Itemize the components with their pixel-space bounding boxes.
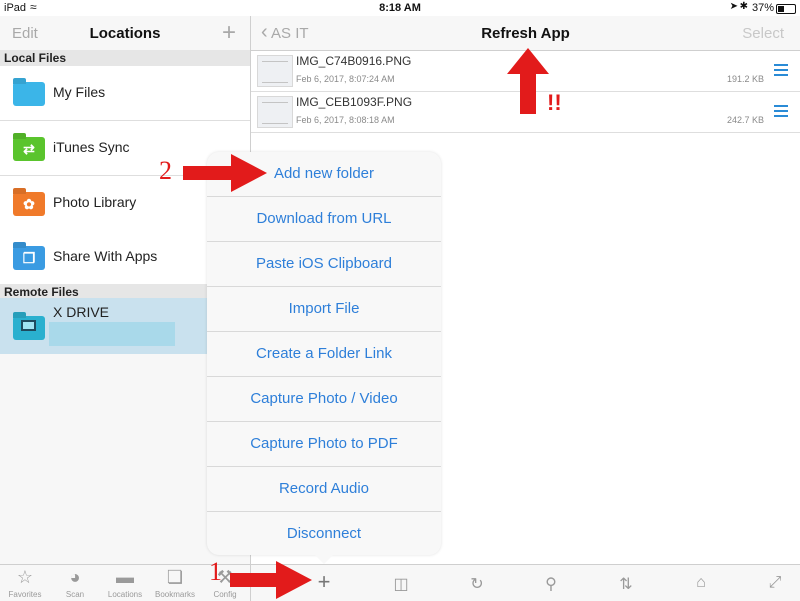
file-name: IMG_CEB1093F.PNG xyxy=(296,95,413,109)
menu-item-import-file[interactable]: Import File xyxy=(207,287,441,332)
step-1-label: 1 xyxy=(209,557,222,586)
location-label: Photo Library xyxy=(53,194,137,210)
folder-nav-bar: ‹ AS IT Refresh App Select xyxy=(251,16,800,51)
tab-scan[interactable]: ◕ Scan xyxy=(50,567,100,599)
folder-icon: ▬ xyxy=(116,567,134,587)
location-label: Share With Apps xyxy=(53,248,158,264)
file-date: Feb 6, 2017, 8:08:18 AM xyxy=(296,115,395,125)
location-label: iTunes Sync xyxy=(53,139,130,155)
menu-item-disconnect[interactable]: Disconnect xyxy=(207,512,441,556)
menu-item-download-from-url[interactable]: Download from URL xyxy=(207,197,441,242)
menu-item-capture-photo-pdf[interactable]: Capture Photo to PDF xyxy=(207,422,441,467)
location-icon: ➤ xyxy=(729,1,738,12)
home-icon[interactable]: ⌂ xyxy=(686,574,716,592)
menu-item-create-folder-link[interactable]: Create a Folder Link xyxy=(207,332,441,377)
star-icon: ☆ xyxy=(16,567,34,587)
step-2-label: 2 xyxy=(159,156,172,185)
bottom-toolbar: ☆ Favorites ◕ Scan ▬ Locations ❏ Bookmar… xyxy=(0,564,800,601)
status-time: 8:18 AM xyxy=(379,2,421,14)
file-thumbnail xyxy=(257,96,293,128)
locations-nav-bar: Edit Locations + xyxy=(0,16,250,51)
folder-icon xyxy=(13,82,45,106)
folder-title: Refresh App xyxy=(481,25,570,42)
refresh-arrow-icon xyxy=(507,48,549,114)
location-label: X DRIVE xyxy=(53,304,110,320)
battery-icon xyxy=(776,4,796,14)
step-1-arrow-icon xyxy=(230,561,312,599)
step-2-arrow-icon xyxy=(183,154,267,192)
fullscreen-icon[interactable]: ⤢ xyxy=(760,574,790,592)
photo-folder-icon: ✿ xyxy=(13,192,45,216)
popover-arrow xyxy=(314,554,334,564)
file-menu-icon[interactable] xyxy=(774,64,788,76)
warning-marks: !! xyxy=(547,90,562,115)
file-menu-icon[interactable] xyxy=(774,105,788,117)
server-folder-icon xyxy=(13,316,45,340)
locations-title: Locations xyxy=(89,25,161,42)
tab-favorites[interactable]: ☆ Favorites xyxy=(0,567,50,599)
share-folder-icon: ❐ xyxy=(13,246,45,270)
battery-percent: 37% xyxy=(751,2,774,14)
file-size: 191.2 KB xyxy=(726,74,764,84)
tab-label: Scan xyxy=(65,590,85,599)
file-thumbnail xyxy=(257,55,293,87)
tab-locations[interactable]: ▬ Locations xyxy=(100,567,150,599)
view-options-icon[interactable]: ◫ xyxy=(386,574,416,594)
section-header-local: Local Files xyxy=(0,50,250,66)
sync-folder-icon: ⇄ xyxy=(13,137,45,161)
book-icon: ❏ xyxy=(166,567,184,587)
tab-label: Bookmarks xyxy=(154,590,195,599)
bluetooth-icon: ✱ xyxy=(739,1,748,12)
file-size: 242.7 KB xyxy=(726,115,764,125)
add-location-button[interactable]: + xyxy=(222,19,236,47)
redacted-subtitle xyxy=(49,322,175,346)
refresh-icon[interactable]: ↻ xyxy=(462,574,492,594)
status-bar: iPad ≈ 8:18 AM ➤ ✱ 37% xyxy=(0,0,800,16)
search-icon[interactable]: ⚲ xyxy=(536,574,566,594)
tab-label: Locations xyxy=(107,590,143,599)
file-name: IMG_C74B0916.PNG xyxy=(296,54,412,68)
add-menu-popover: Add new folder Download from URL Paste i… xyxy=(207,152,441,555)
menu-item-paste-ios-clipboard[interactable]: Paste iOS Clipboard xyxy=(207,242,441,287)
select-button[interactable]: Select xyxy=(742,25,784,42)
location-my-files[interactable]: My Files xyxy=(0,66,250,121)
menu-item-record-audio[interactable]: Record Audio xyxy=(207,467,441,512)
location-label: My Files xyxy=(53,84,106,100)
file-date: Feb 6, 2017, 8:07:24 AM xyxy=(296,74,395,84)
sort-icon[interactable]: ⇅ xyxy=(611,574,641,594)
tab-label: Favorites xyxy=(8,590,42,599)
tab-bookmarks[interactable]: ❏ Bookmarks xyxy=(150,567,200,599)
menu-item-capture-photo-video[interactable]: Capture Photo / Video xyxy=(207,377,441,422)
scan-icon: ◕ xyxy=(69,567,81,587)
